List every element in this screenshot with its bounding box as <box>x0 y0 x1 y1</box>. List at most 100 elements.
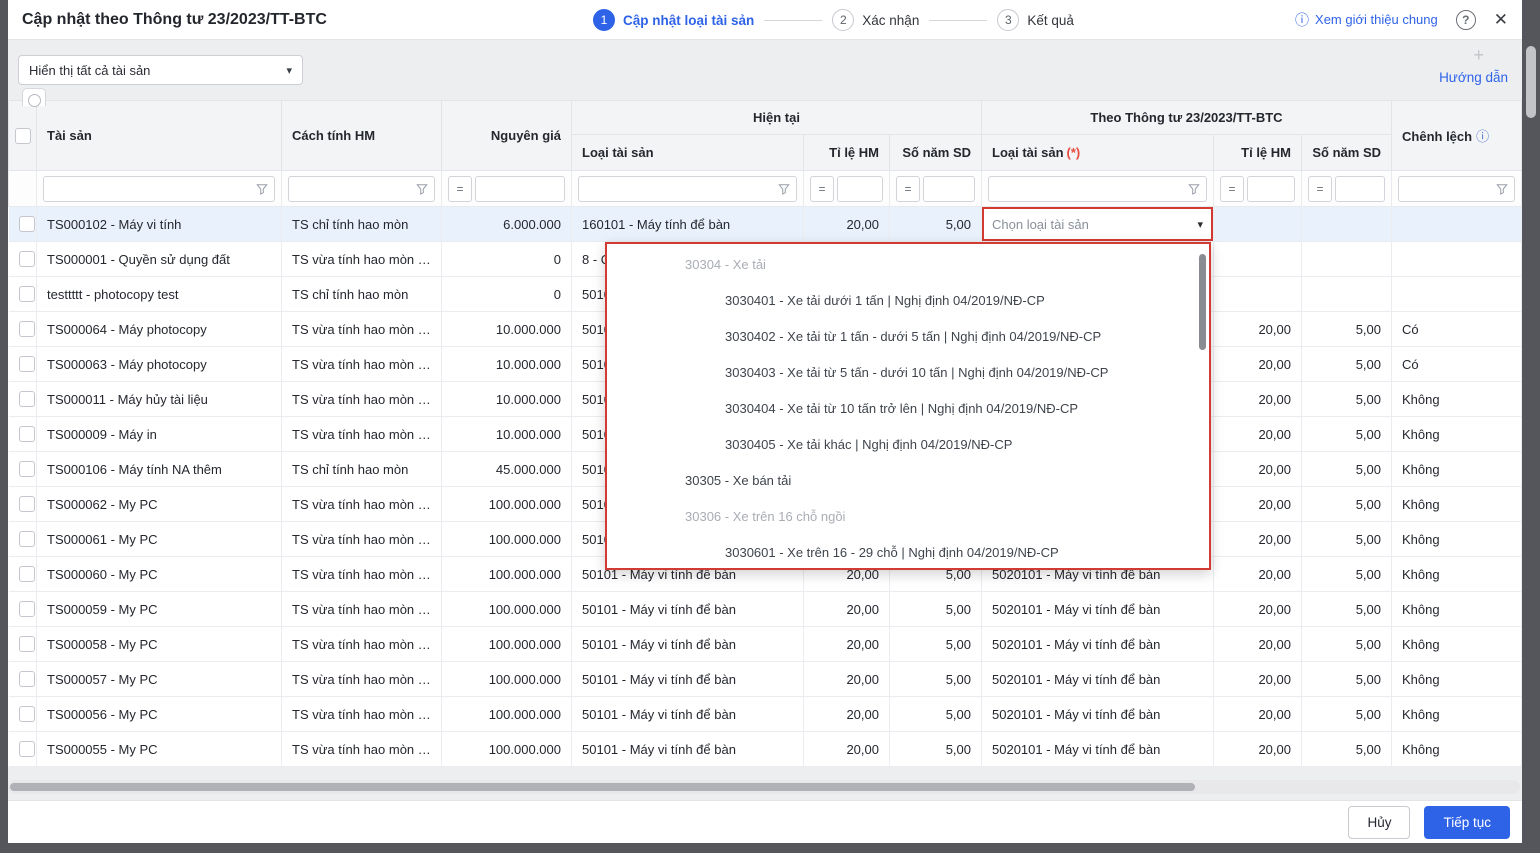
cell-cost: 6.000.000 <box>442 207 572 242</box>
table-row[interactable]: TS000055 - My PC TS vừa tính hao mòn vừ.… <box>9 732 1522 767</box>
row-checkbox[interactable] <box>19 671 35 687</box>
filter-difference-input[interactable] <box>1405 181 1492 196</box>
asset-display-filter-select[interactable]: Hiển thị tất cả tài sản ▾ <box>18 55 303 85</box>
dropdown-item[interactable]: 30304 - Xe tải <box>607 246 1209 282</box>
row-checkbox[interactable] <box>19 216 35 232</box>
app-root: Danh sách tài sản cần cập nhật Cập nhật … <box>0 0 1540 853</box>
row-checkbox[interactable] <box>19 566 35 582</box>
filter-operator-button[interactable]: = <box>1308 176 1332 202</box>
filter-new-years-cell: = <box>1302 171 1392 207</box>
cell-difference <box>1392 242 1522 277</box>
horizontal-scrollbar[interactable] <box>8 780 1520 794</box>
table-row[interactable]: TS000102 - Máy vi tính TS chỉ tính hao m… <box>9 207 1522 242</box>
cell-difference: Không <box>1392 417 1522 452</box>
cancel-button[interactable]: Hủy <box>1348 806 1410 839</box>
close-icon[interactable]: ✕ <box>1494 11 1508 28</box>
dropdown-item[interactable]: 3030405 - Xe tải khác | Nghị định 04/201… <box>607 426 1209 462</box>
guide-link[interactable]: Hướng dẫn <box>1439 70 1508 85</box>
filter-funnel-icon[interactable] <box>1496 183 1508 195</box>
cell-new-rate: 20,00 <box>1214 382 1302 417</box>
cell-asset: TS000106 - Máy tính NA thêm <box>37 452 282 487</box>
dropdown-item[interactable]: 30306 - Xe trên 16 chỗ ngồi <box>607 498 1209 534</box>
row-checkbox[interactable] <box>19 741 35 757</box>
horizontal-scrollbar-thumb[interactable] <box>10 783 1195 791</box>
filter-current-type-input[interactable] <box>585 181 774 196</box>
table-row[interactable]: TS000056 - My PC TS vừa tính hao mòn vừ.… <box>9 697 1522 732</box>
cell-new-rate: 20,00 <box>1214 557 1302 592</box>
cell-asset: TS000063 - Máy photocopy <box>37 347 282 382</box>
row-checkbox[interactable] <box>19 601 35 617</box>
filter-asset-input[interactable] <box>50 181 252 196</box>
cell-cost: 100.000.000 <box>442 697 572 732</box>
cell-current-rate: 20,00 <box>804 592 890 627</box>
table-toolbar: Hiển thị tất cả tài sản ▾ + Hướng dẫn <box>8 40 1522 100</box>
guide-area: + Hướng dẫn <box>1439 46 1508 85</box>
cell-current-years: 5,00 <box>890 592 982 627</box>
step-confirm[interactable]: 2 Xác nhận <box>832 9 919 31</box>
dialog-header: Cập nhật theo Thông tư 23/2023/TT-BTC 1 … <box>8 0 1522 40</box>
filter-cost-input[interactable] <box>475 176 565 202</box>
cell-current-rate: 20,00 <box>804 732 890 767</box>
row-checkbox[interactable] <box>19 706 35 722</box>
continue-button[interactable]: Tiếp tục <box>1424 806 1510 839</box>
row-checkbox[interactable] <box>19 496 35 512</box>
row-checkbox[interactable] <box>19 426 35 442</box>
dropdown-item[interactable]: 3030402 - Xe tải từ 1 tấn - dưới 5 tấn |… <box>607 318 1209 354</box>
dropdown-item[interactable]: 3030404 - Xe tải từ 10 tấn trở lên | Ngh… <box>607 390 1209 426</box>
filter-operator-button[interactable]: = <box>896 176 920 202</box>
filter-funnel-icon[interactable] <box>416 183 428 195</box>
filter-method-input[interactable] <box>295 181 412 196</box>
table-row[interactable]: TS000057 - My PC TS vừa tính hao mòn vừ.… <box>9 662 1522 697</box>
table-row[interactable]: TS000059 - My PC TS vừa tính hao mòn vừ.… <box>9 592 1522 627</box>
filter-operator-button[interactable]: = <box>448 176 472 202</box>
cell-new-rate: 20,00 <box>1214 347 1302 382</box>
filter-operator-button[interactable]: = <box>810 176 834 202</box>
view-introduction-link[interactable]: ⓘ Xem giới thiệu chung <box>1295 12 1438 27</box>
cell-new-type: Chọn loại tài sản▾ <box>982 207 1214 242</box>
step-result[interactable]: 3 Kết quả <box>997 9 1074 31</box>
row-checkbox[interactable] <box>19 321 35 337</box>
cell-current-rate: 20,00 <box>804 697 890 732</box>
cell-difference: Có <box>1392 312 1522 347</box>
dropdown-scrollbar-thumb[interactable] <box>1199 254 1206 350</box>
cell-asset: TS000058 - My PC <box>37 627 282 662</box>
filter-current-rate-input[interactable] <box>837 176 883 202</box>
filter-new-rate-input[interactable] <box>1247 176 1295 202</box>
row-checkbox[interactable] <box>19 461 35 477</box>
cell-current-rate: 20,00 <box>804 207 890 242</box>
filter-funnel-icon[interactable] <box>1188 183 1200 195</box>
filter-funnel-icon[interactable] <box>256 183 268 195</box>
filter-new-years-input[interactable] <box>1335 176 1385 202</box>
cell-cost: 0 <box>442 277 572 312</box>
dropdown-item[interactable]: 30305 - Xe bán tải <box>607 462 1209 498</box>
row-checkbox[interactable] <box>19 391 35 407</box>
help-icon[interactable]: ? <box>1456 10 1476 30</box>
cell-method: TS vừa tính hao mòn vừ... <box>282 732 442 767</box>
cell-method: TS chỉ tính hao mòn <box>282 277 442 312</box>
step-connector <box>764 20 822 21</box>
filter-current-years-input[interactable] <box>923 176 975 202</box>
asset-type-combobox[interactable]: Chọn loại tài sản▾ <box>982 207 1213 241</box>
step-update-asset-type[interactable]: 1 Cập nhật loại tài sản <box>593 9 754 31</box>
row-checkbox[interactable] <box>19 531 35 547</box>
cell-asset: TS000059 - My PC <box>37 592 282 627</box>
asset-type-dropdown-list: 30304 - Xe tải3030401 - Xe tải dưới 1 tấ… <box>607 244 1209 570</box>
info-icon[interactable]: ⓘ <box>1476 129 1489 144</box>
cell-difference: Không <box>1392 662 1522 697</box>
dropdown-item[interactable]: 3030401 - Xe tải dưới 1 tấn | Nghị định … <box>607 282 1209 318</box>
cell-cost: 0 <box>442 242 572 277</box>
row-checkbox[interactable] <box>19 251 35 267</box>
cell-cost: 10.000.000 <box>442 417 572 452</box>
page-vertical-scrollbar-thumb[interactable] <box>1526 46 1536 118</box>
table-row[interactable]: TS000058 - My PC TS vừa tính hao mòn vừ.… <box>9 627 1522 662</box>
row-checkbox[interactable] <box>19 356 35 372</box>
filter-operator-button[interactable]: = <box>1220 176 1244 202</box>
dropdown-item[interactable]: 3030601 - Xe trên 16 - 29 chỗ | Nghị địn… <box>607 534 1209 570</box>
filter-funnel-icon[interactable] <box>778 183 790 195</box>
select-all-checkbox[interactable] <box>15 128 31 144</box>
col-header-current-rate: Tỉ lệ HM <box>804 135 890 171</box>
row-checkbox[interactable] <box>19 286 35 302</box>
row-checkbox[interactable] <box>19 636 35 652</box>
dropdown-item[interactable]: 3030403 - Xe tải từ 5 tấn - dưới 10 tấn … <box>607 354 1209 390</box>
filter-new-type-input[interactable] <box>995 181 1184 196</box>
